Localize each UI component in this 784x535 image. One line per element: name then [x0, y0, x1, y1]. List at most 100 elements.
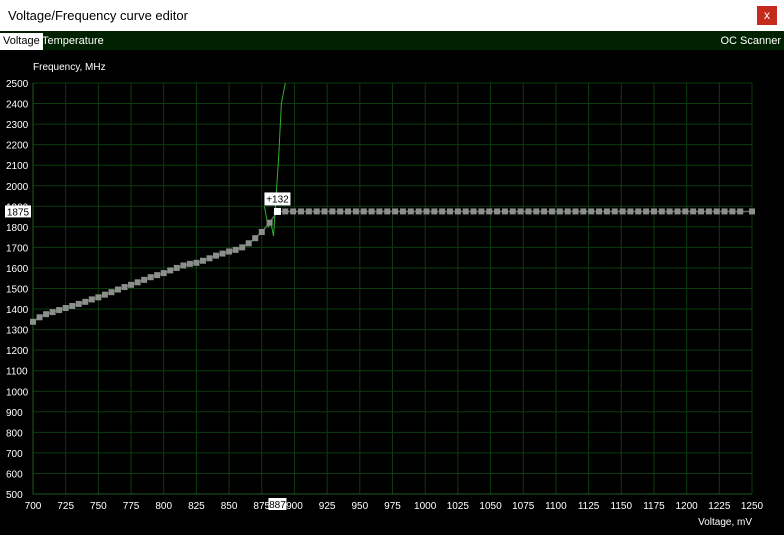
curve-point[interactable] [199, 257, 206, 264]
curve-point[interactable] [49, 309, 56, 316]
curve-point[interactable] [95, 294, 102, 301]
curve-point[interactable] [368, 208, 375, 215]
curve-point[interactable] [69, 302, 76, 309]
curve-point[interactable] [219, 250, 226, 257]
curve-point[interactable] [167, 267, 174, 274]
curve-point[interactable] [596, 208, 603, 215]
curve-point[interactable] [650, 208, 657, 215]
curve-point[interactable] [415, 208, 422, 215]
curve-point[interactable] [533, 208, 540, 215]
curve-point[interactable] [376, 208, 383, 215]
curve-point[interactable] [525, 208, 532, 215]
curve-point[interactable] [603, 208, 610, 215]
tab-temperature[interactable]: Temperature [39, 33, 107, 50]
curve-point[interactable] [36, 314, 43, 321]
curve-point[interactable] [147, 274, 154, 281]
curve-point[interactable] [384, 208, 391, 215]
curve-point[interactable] [62, 305, 69, 312]
curve-point[interactable] [392, 208, 399, 215]
vf-curve-chart[interactable]: 500 600 700 800 900 1000 1100 1200 1300 1400 1500 1… [0, 50, 784, 535]
curve-point[interactable] [486, 208, 493, 215]
curve-point[interactable] [627, 208, 634, 215]
curve-point[interactable] [462, 208, 469, 215]
curve-point[interactable] [321, 208, 328, 215]
curve-point[interactable] [643, 208, 650, 215]
curve-point[interactable] [749, 208, 755, 215]
curve-point[interactable] [282, 208, 289, 215]
curve-point[interactable] [88, 296, 95, 303]
curve-point[interactable] [494, 208, 501, 215]
selected-curve-point[interactable] [273, 207, 281, 215]
curve-point[interactable] [337, 208, 344, 215]
curve-point[interactable] [290, 208, 297, 215]
curve-point[interactable] [305, 208, 312, 215]
curve-point[interactable] [548, 208, 555, 215]
curve-point[interactable] [160, 270, 167, 277]
curve-point[interactable] [509, 208, 516, 215]
curve-point[interactable] [698, 208, 705, 215]
curve-point[interactable] [226, 248, 233, 255]
curve-point[interactable] [154, 272, 161, 279]
curve-point[interactable] [705, 208, 712, 215]
tab-voltage[interactable]: Voltage [0, 33, 43, 50]
curve-point[interactable] [729, 208, 736, 215]
curve-point[interactable] [232, 246, 239, 253]
curve-point[interactable] [611, 208, 618, 215]
curve-point[interactable] [360, 208, 367, 215]
curve-point[interactable] [239, 244, 246, 251]
curve-point[interactable] [447, 208, 454, 215]
curve-point[interactable] [674, 208, 681, 215]
curve-point[interactable] [266, 219, 273, 226]
curve-point[interactable] [658, 208, 665, 215]
curve-point[interactable] [258, 228, 265, 235]
curve-point[interactable] [134, 279, 141, 286]
curve-point[interactable] [556, 208, 563, 215]
curve-point[interactable] [407, 208, 414, 215]
curve-point[interactable] [352, 208, 359, 215]
curve-point[interactable] [737, 208, 744, 215]
curve-point[interactable] [30, 318, 36, 325]
curve-point[interactable] [245, 240, 252, 247]
curve-point[interactable] [186, 260, 193, 267]
curve-point[interactable] [423, 208, 430, 215]
curve-point[interactable] [82, 298, 89, 305]
oc-scanner-button[interactable]: OC Scanner [720, 33, 781, 50]
curve-point[interactable] [399, 208, 406, 215]
curve-point[interactable] [690, 208, 697, 215]
curve-point[interactable] [666, 208, 673, 215]
curve-point[interactable] [329, 208, 336, 215]
curve-point[interactable] [297, 208, 304, 215]
curve-point[interactable] [101, 291, 108, 298]
curve-point[interactable] [721, 208, 728, 215]
curve-point[interactable] [431, 208, 438, 215]
curve-point[interactable] [193, 259, 200, 266]
curve-point[interactable] [252, 235, 259, 242]
curve-point[interactable] [713, 208, 720, 215]
curve-point[interactable] [580, 208, 587, 215]
curve-point[interactable] [564, 208, 571, 215]
curve-point[interactable] [682, 208, 689, 215]
curve-point[interactable] [121, 284, 128, 291]
curve-point[interactable] [345, 208, 352, 215]
curve-point[interactable] [43, 311, 50, 318]
curve-point[interactable] [128, 281, 135, 288]
curve-point[interactable] [141, 276, 148, 283]
curve-point[interactable] [439, 208, 446, 215]
curve-point[interactable] [478, 208, 485, 215]
curve-point[interactable] [108, 289, 115, 296]
curve-point[interactable] [213, 252, 220, 259]
curve-point[interactable] [572, 208, 579, 215]
curve-point[interactable] [56, 307, 63, 314]
curve-point[interactable] [454, 208, 461, 215]
curve-point[interactable] [588, 208, 595, 215]
curve-point[interactable] [635, 208, 642, 215]
curve-point[interactable] [619, 208, 626, 215]
curve-point[interactable] [313, 208, 320, 215]
close-button[interactable]: x [757, 6, 777, 25]
curve-point[interactable] [541, 208, 548, 215]
curve-point[interactable] [517, 208, 524, 215]
curve-point[interactable] [470, 208, 477, 215]
curve-point[interactable] [75, 300, 82, 307]
curve-point[interactable] [206, 255, 213, 262]
curve-point[interactable] [114, 286, 121, 293]
